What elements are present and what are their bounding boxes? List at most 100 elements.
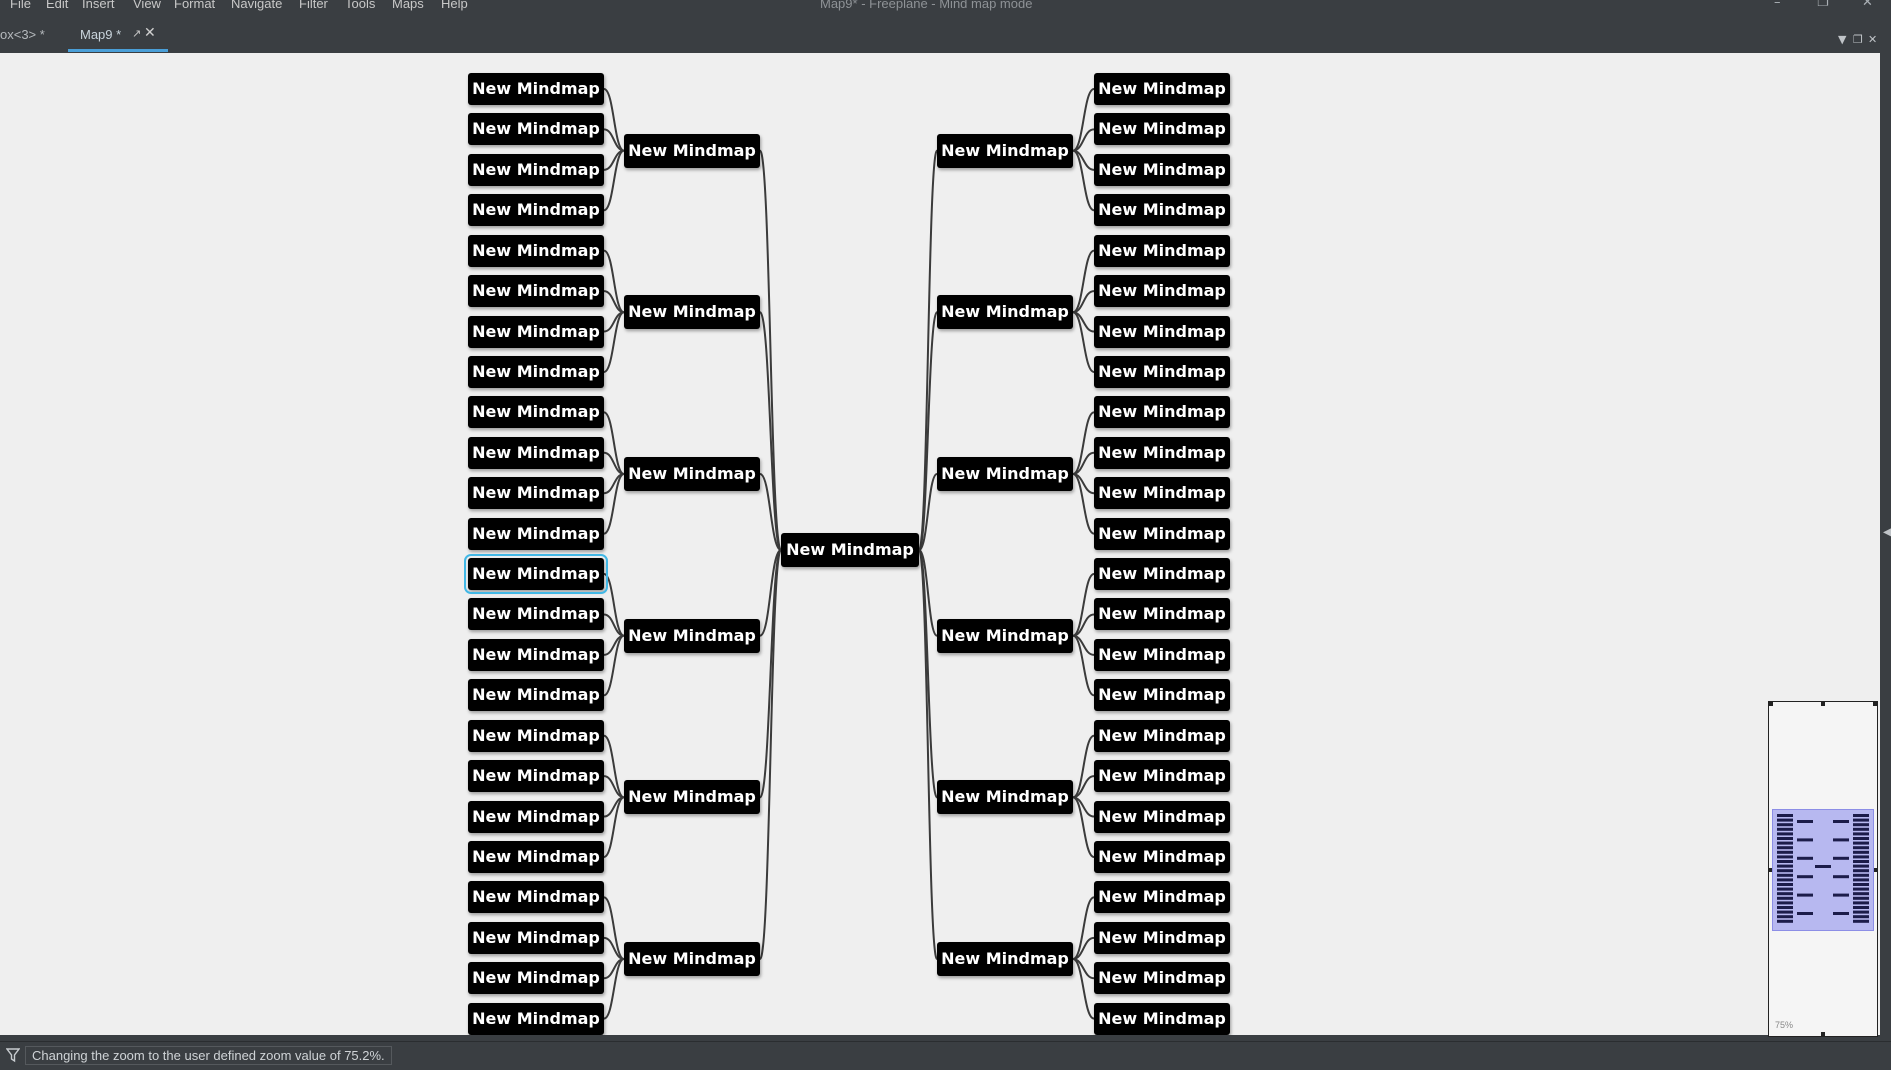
menu-file[interactable]: File <box>10 0 31 11</box>
close-window-button[interactable]: ✕ <box>1862 0 1873 10</box>
mindmap-node-leaf[interactable]: New Mindmap <box>1094 558 1230 591</box>
mindmap-node-leaf[interactable]: New Mindmap <box>1094 153 1230 186</box>
minimap[interactable]: 75% <box>1768 701 1878 1037</box>
mindmap-node-leaf[interactable]: New Mindmap <box>468 719 604 752</box>
minimap-leaf <box>1853 864 1869 868</box>
mindmap-node-leaf[interactable]: New Mindmap <box>468 840 604 873</box>
mindmap-node-leaf[interactable]: New Mindmap <box>464 554 608 595</box>
mindmap-node-leaf[interactable]: New Mindmap <box>1094 962 1230 995</box>
mindmap-node-leaf[interactable]: New Mindmap <box>1094 840 1230 873</box>
mindmap-node-leaf[interactable]: New Mindmap <box>468 1002 604 1035</box>
mindmap-node-leaf[interactable]: New Mindmap <box>1094 73 1230 105</box>
mindmap-node-branch[interactable]: New Mindmap <box>937 133 1073 168</box>
mindmap-node-leaf[interactable]: New Mindmap <box>468 315 604 348</box>
mindmap-node-branch[interactable]: New Mindmap <box>937 456 1073 491</box>
edge-root-branch <box>759 549 782 961</box>
mindmap-node-leaf[interactable]: New Mindmap <box>468 113 604 146</box>
minimap-leaf <box>1777 832 1793 836</box>
menu-insert[interactable]: Insert <box>82 0 115 11</box>
mindmap-node-leaf[interactable]: New Mindmap <box>468 679 604 712</box>
mindmap-node-leaf[interactable]: New Mindmap <box>1094 396 1230 429</box>
menu-maps[interactable]: Maps <box>392 0 424 11</box>
mindmap-node-leaf[interactable]: New Mindmap <box>1094 1002 1230 1035</box>
minimap-leaf <box>1777 869 1793 873</box>
menu-help[interactable]: Help <box>441 0 468 11</box>
mindmap-node-leaf[interactable]: New Mindmap <box>468 194 604 227</box>
mindmap-node-leaf[interactable]: New Mindmap <box>1094 760 1230 793</box>
mindmap-node-leaf[interactable]: New Mindmap <box>1094 315 1230 348</box>
tab-map-other[interactable]: ox<3> * <box>0 27 45 42</box>
mindmap-node-leaf[interactable]: New Mindmap <box>468 275 604 308</box>
mindmap-node-leaf[interactable]: New Mindmap <box>468 638 604 671</box>
menu-edit[interactable]: Edit <box>46 0 68 11</box>
mindmap-node-leaf[interactable]: New Mindmap <box>468 881 604 914</box>
mindmap-node-leaf[interactable]: New Mindmap <box>1094 194 1230 227</box>
mindmap-node-leaf[interactable]: New Mindmap <box>468 921 604 954</box>
mindmap-node-branch[interactable]: New Mindmap <box>624 780 760 815</box>
mindmap-node-leaf[interactable]: New Mindmap <box>1094 800 1230 833</box>
menu-format[interactable]: Format <box>174 0 215 11</box>
mindmap-node-leaf[interactable]: New Mindmap <box>468 477 604 510</box>
restore-panel-icon[interactable]: ❐ <box>1853 33 1863 46</box>
minimap-leaf <box>1853 906 1869 909</box>
filter-icon[interactable] <box>5 1047 21 1067</box>
minimap-leaf <box>1853 841 1869 845</box>
mindmap-node-branch[interactable]: New Mindmap <box>937 295 1073 330</box>
mindmap-node-leaf[interactable]: New Mindmap <box>468 355 604 388</box>
mindmap-node-branch[interactable]: New Mindmap <box>937 618 1073 653</box>
mindmap-node-leaf[interactable]: New Mindmap <box>1094 638 1230 671</box>
mindmap-node-leaf[interactable]: New Mindmap <box>468 800 604 833</box>
undock-icon[interactable]: ↗ <box>132 27 141 40</box>
maximize-button[interactable]: ❐ <box>1817 0 1829 10</box>
minimap-branch <box>1797 912 1813 915</box>
mindmap-node-leaf[interactable]: New Mindmap <box>468 153 604 186</box>
mindmap-node-leaf[interactable]: New Mindmap <box>468 760 604 793</box>
minimap-leaf <box>1777 919 1793 923</box>
mindmap-canvas[interactable]: New Mindmap New Mindmap New Mindmap New Min… <box>0 53 1880 1035</box>
tab-map9[interactable]: Map9 * <box>80 27 121 42</box>
mindmap-node-leaf[interactable]: New Mindmap <box>1094 598 1230 631</box>
mindmap-node-branch[interactable]: New Mindmap <box>624 295 760 330</box>
mindmap-node-leaf[interactable]: New Mindmap <box>468 73 604 105</box>
mindmap-node-root[interactable]: New Mindmap <box>781 533 919 567</box>
menu-filter[interactable]: Filter <box>299 0 328 11</box>
mindmap-node-leaf[interactable]: New Mindmap <box>468 396 604 429</box>
mindmap-node-leaf[interactable]: New Mindmap <box>1094 355 1230 388</box>
edge-layer <box>603 88 1095 1020</box>
menu-navigate[interactable]: Navigate <box>231 0 282 11</box>
mindmap-node-leaf[interactable]: New Mindmap <box>468 517 604 550</box>
panel-collapse-icon[interactable]: ◀ <box>1883 524 1891 540</box>
mindmap-node-leaf[interactable]: New Mindmap <box>468 962 604 995</box>
close-panel-icon[interactable]: ✕ <box>1868 33 1877 46</box>
mindmap-node-leaf[interactable]: New Mindmap <box>468 436 604 469</box>
mindmap-node-leaf[interactable]: New Mindmap <box>1094 517 1230 550</box>
mindmap-node-leaf[interactable]: New Mindmap <box>1094 921 1230 954</box>
menu-view[interactable]: View <box>133 0 161 11</box>
mindmap-node-branch[interactable]: New Mindmap <box>624 618 760 653</box>
mindmap-node-leaf[interactable]: New Mindmap <box>1094 113 1230 146</box>
menu-tools[interactable]: Tools <box>345 0 375 11</box>
mindmap-node-branch[interactable]: New Mindmap <box>624 942 760 977</box>
close-tab-icon[interactable]: ✕ <box>144 25 156 41</box>
mindmap-node-leaf[interactable]: New Mindmap <box>1094 477 1230 510</box>
mindmap-node-branch[interactable]: New Mindmap <box>937 942 1073 977</box>
mindmap-node-leaf[interactable]: New Mindmap <box>1094 275 1230 308</box>
mindmap-node-branch[interactable]: New Mindmap <box>624 456 760 491</box>
mindmap-node-branch[interactable]: New Mindmap <box>937 780 1073 815</box>
minimap-viewport[interactable] <box>1772 809 1874 931</box>
mindmap-node-leaf[interactable]: New Mindmap <box>468 234 604 267</box>
minimap-leaf <box>1853 850 1869 854</box>
mindmap-node-leaf[interactable]: New Mindmap <box>1094 719 1230 752</box>
minimap-leaf <box>1853 892 1869 896</box>
mindmap-node-leaf[interactable]: New Mindmap <box>1094 436 1230 469</box>
mindmap-node-branch[interactable]: New Mindmap <box>624 133 760 168</box>
mindmap-node-leaf[interactable]: New Mindmap <box>1094 234 1230 267</box>
tab-list-icon[interactable]: ▼ <box>1838 33 1846 46</box>
mindmap-node-leaf[interactable]: New Mindmap <box>1094 881 1230 914</box>
mindmap-node-leaf[interactable]: New Mindmap <box>1094 679 1230 712</box>
tab-bar: ox<3> * Map9 * ↗ ✕ ▼ ❐ ✕ <box>0 15 1891 54</box>
minimap-leaf <box>1853 823 1869 827</box>
minimize-button[interactable]: – <box>1774 0 1781 10</box>
minimap-leaf <box>1853 887 1869 891</box>
mindmap-node-leaf[interactable]: New Mindmap <box>468 598 604 631</box>
